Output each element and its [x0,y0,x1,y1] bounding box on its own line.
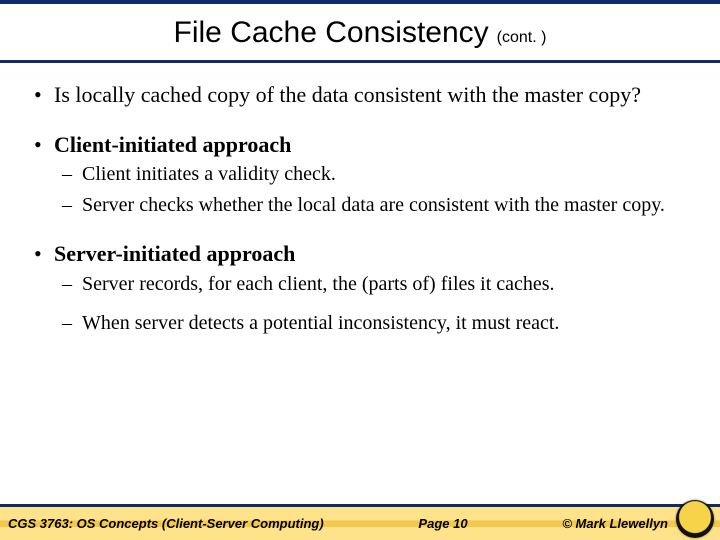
footer-course: CGS 3763: OS Concepts (Client-Server Com… [0,516,324,531]
sub-bullet: Client initiates a validity check. [82,162,686,187]
sub-bullet-text: When server detects a potential inconsis… [82,312,559,334]
sub-bullet: When server detects a potential inconsis… [82,311,686,336]
slide: File Cache Consistency (cont. ) Is local… [0,0,720,540]
slide-body: Is locally cached copy of the data consi… [0,63,720,336]
footer-bar: CGS 3763: OS Concepts (Client-Server Com… [0,504,720,540]
bullet-client-approach: Client-initiated approach Client initiat… [54,131,686,219]
sub-bullet: Server checks whether the local data are… [82,193,686,218]
sub-bullet-text: Client initiates a validity check. [82,163,336,185]
footer-page: Page 10 [324,516,563,531]
bullet-text: Server-initiated approach [54,241,295,266]
sub-bullet: Server records, for each client, the (pa… [82,272,686,297]
bullet-text: Client-initiated approach [54,132,291,157]
sub-bullet-text: Server records, for each client, the (pa… [82,273,555,295]
slide-title: File Cache Consistency [174,16,489,49]
bullet-question: Is locally cached copy of the data consi… [54,81,686,109]
title-bar: File Cache Consistency (cont. ) [0,4,720,63]
bullet-server-approach: Server-initiated approach Server records… [54,240,686,336]
slide-title-cont: (cont. ) [497,29,547,46]
bullet-text: Is locally cached copy of the data consi… [54,82,641,107]
sub-bullet-text: Server checks whether the local data are… [82,194,665,216]
ucf-logo-icon [676,500,714,538]
